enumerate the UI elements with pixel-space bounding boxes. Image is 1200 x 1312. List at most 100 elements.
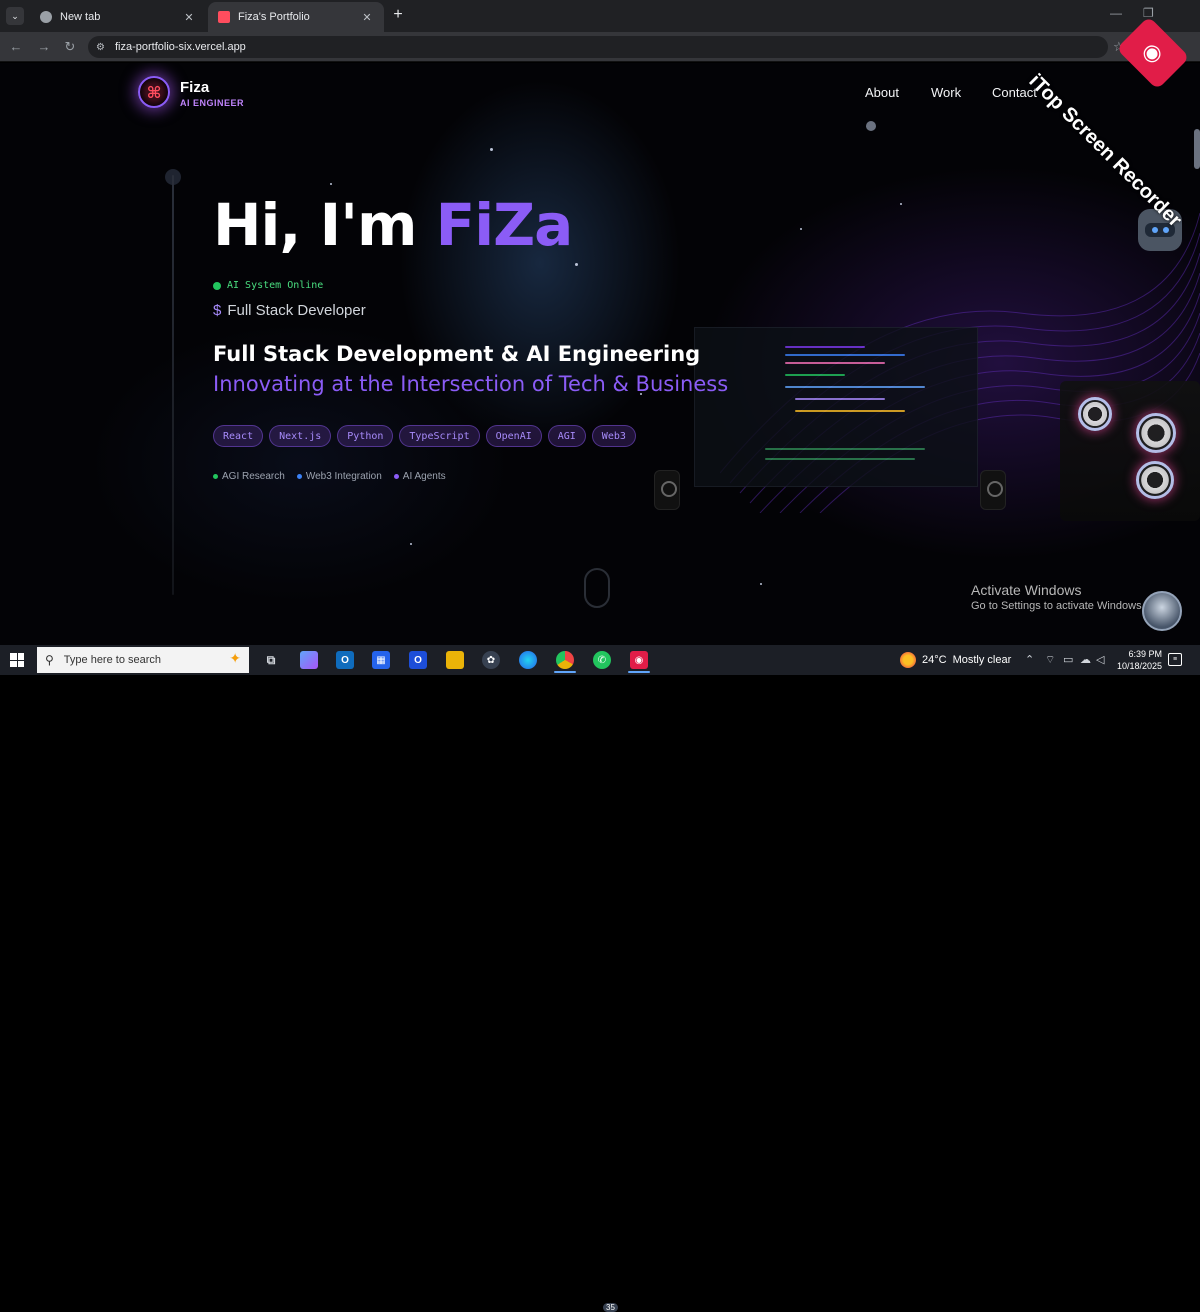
weather-desc: Mostly clear — [952, 654, 1012, 666]
code-line — [785, 374, 845, 376]
tech-chips: React Next.js Python TypeScript OpenAI A… — [213, 425, 636, 447]
weather-temp: 24°C — [922, 654, 947, 666]
online-dot-icon — [213, 281, 221, 290]
dollar-prompt-icon: $ — [213, 302, 222, 319]
page-scrollbar[interactable] — [1194, 129, 1200, 169]
code-line — [785, 362, 885, 364]
task-view-icon[interactable]: ⧉ — [262, 651, 280, 669]
screen-recorder-icon[interactable]: ◉ — [630, 651, 648, 669]
chip-python[interactable]: Python — [337, 425, 394, 447]
tab-search-menu-icon[interactable]: ⌄ — [6, 7, 24, 25]
close-tab-icon[interactable]: ✕ — [182, 11, 196, 24]
taskbar-search-input[interactable]: ⚲ Type here to search ✦ — [37, 647, 249, 673]
back-arrow-icon[interactable]: ← — [8, 39, 24, 54]
url-text: fiza-portfolio-six.vercel.app — [114, 41, 246, 53]
onedrive-icon[interactable]: ☁ — [1080, 653, 1091, 666]
portfolio-page: ⌘ Fiza AI ENGINEER About Work Contact Hi… — [0, 63, 1200, 645]
brand-name[interactable]: Fiza — [180, 79, 209, 96]
windows-start-icon[interactable] — [10, 653, 24, 667]
chip-react[interactable]: React — [213, 425, 264, 447]
new-tab-plus-icon[interactable]: + — [390, 6, 406, 24]
activate-windows-notice: Activate Windows Go to Settings to activ… — [971, 582, 1145, 612]
copilot-icon[interactable] — [300, 651, 318, 669]
notifications-icon[interactable]: ≡ — [1168, 653, 1182, 666]
blue-dot-icon — [296, 474, 302, 479]
star-dot — [490, 148, 493, 151]
browser-tab-strip: ⌄ New tab ✕ Fiza's Portfolio ✕ + — ❐ — [0, 0, 1200, 32]
windows-taskbar: ⚲ Type here to search ✦ ⧉ O ▦ O ✿ ✆ 35 ◉… — [0, 645, 1200, 1312]
site-info-icon[interactable]: ⚙ — [96, 42, 105, 53]
tab-title: New tab — [60, 11, 101, 23]
hero-greeting: Hi, I'm — [213, 191, 436, 259]
chip-openai[interactable]: OpenAI — [485, 425, 542, 447]
hero-headline: Full Stack Development & AI Engineering — [213, 342, 701, 366]
clock-time: 6:39 PM — [1128, 649, 1162, 659]
nav-about[interactable]: About — [865, 85, 899, 100]
theme-toggle-dot[interactable] — [866, 121, 876, 131]
star-dot — [900, 203, 902, 205]
minimize-icon[interactable]: — — [1110, 6, 1122, 20]
address-bar-row: ← → ↻ ⚙ fiza-portfolio-six.vercel.app ☆ — [0, 32, 1200, 62]
star-dot — [410, 543, 412, 545]
hero-title: Hi, I'm FiZa — [213, 191, 573, 259]
chip-nextjs[interactable]: Next.js — [269, 425, 332, 447]
recorder-avatar-icon[interactable] — [1142, 591, 1182, 631]
edge-icon[interactable] — [519, 651, 537, 669]
chrome-favicon-icon — [40, 11, 52, 23]
network-icon[interactable]: ⌔ — [1045, 653, 1055, 667]
store-icon[interactable]: ▦ — [372, 651, 390, 669]
code-line — [795, 410, 905, 412]
tag-agi-research: AGI Research — [213, 471, 285, 482]
star-dot — [760, 583, 762, 585]
chip-agi[interactable]: AGI — [547, 425, 586, 447]
chip-web3[interactable]: Web3 — [591, 425, 636, 447]
system-clock[interactable]: 6:39 PM 10/18/2025 — [1110, 648, 1162, 672]
mail-icon[interactable]: O — [409, 651, 427, 669]
activate-title: Activate Windows — [971, 582, 1082, 598]
outlook-icon[interactable]: O — [336, 651, 354, 669]
tag-label: AI Agents — [402, 471, 446, 482]
brand-logo-icon[interactable]: ⌘ — [138, 76, 170, 108]
volume-icon[interactable]: ◁ — [1096, 653, 1104, 666]
brand-subtitle: AI ENGINEER — [180, 98, 245, 108]
tab-new-tab[interactable]: New tab ✕ — [30, 2, 206, 32]
chip-typescript[interactable]: TypeScript — [399, 425, 480, 447]
green-dot-icon — [213, 474, 218, 479]
tab-portfolio[interactable]: Fiza's Portfolio ✕ — [208, 2, 384, 32]
star-dot — [800, 228, 802, 230]
speaker-image — [980, 470, 1006, 510]
whatsapp-icon[interactable]: ✆ — [593, 651, 611, 669]
code-monitor-image — [694, 327, 978, 487]
gaming-pc-image — [1060, 381, 1200, 521]
copilot-sparkle-icon: ✦ — [229, 650, 241, 666]
forward-arrow-icon[interactable]: → — [36, 39, 52, 54]
nav-work[interactable]: Work — [931, 85, 961, 100]
scroll-mouse-icon — [584, 568, 610, 608]
status-indicator: AI System Online — [213, 280, 323, 291]
restore-icon[interactable]: ❐ — [1143, 6, 1154, 20]
code-line — [795, 398, 885, 400]
tray-chevron-icon[interactable]: ⌃ — [1025, 653, 1034, 666]
chrome-active-indicator — [554, 671, 576, 673]
tab-title: Fiza's Portfolio — [238, 11, 310, 23]
purple-dot-icon — [393, 474, 399, 479]
close-tab-icon[interactable]: ✕ — [360, 11, 374, 24]
address-input[interactable]: ⚙ fiza-portfolio-six.vercel.app — [88, 36, 1108, 58]
tag-label: Web3 Integration — [305, 471, 382, 482]
reload-icon[interactable]: ↻ — [62, 39, 78, 55]
file-explorer-icon[interactable] — [446, 651, 464, 669]
tag-web3-integration: Web3 Integration — [296, 471, 382, 482]
recorder-active-indicator — [628, 671, 650, 673]
weather-widget[interactable]: 24°C Mostly clear — [900, 652, 1011, 668]
star-dot — [575, 263, 578, 266]
whatsapp-badge: 35 — [603, 1303, 618, 1312]
chrome-icon[interactable] — [556, 651, 574, 669]
search-placeholder: Type here to search — [63, 654, 162, 666]
code-line — [785, 346, 865, 348]
photos-icon[interactable]: ✿ — [482, 651, 500, 669]
battery-icon[interactable]: ▭ — [1063, 653, 1073, 666]
tag-label: AGI Research — [222, 471, 285, 482]
rgb-fan-icon — [1136, 461, 1174, 499]
status-text: AI System Online — [227, 280, 324, 291]
robot-eye — [1151, 227, 1158, 233]
